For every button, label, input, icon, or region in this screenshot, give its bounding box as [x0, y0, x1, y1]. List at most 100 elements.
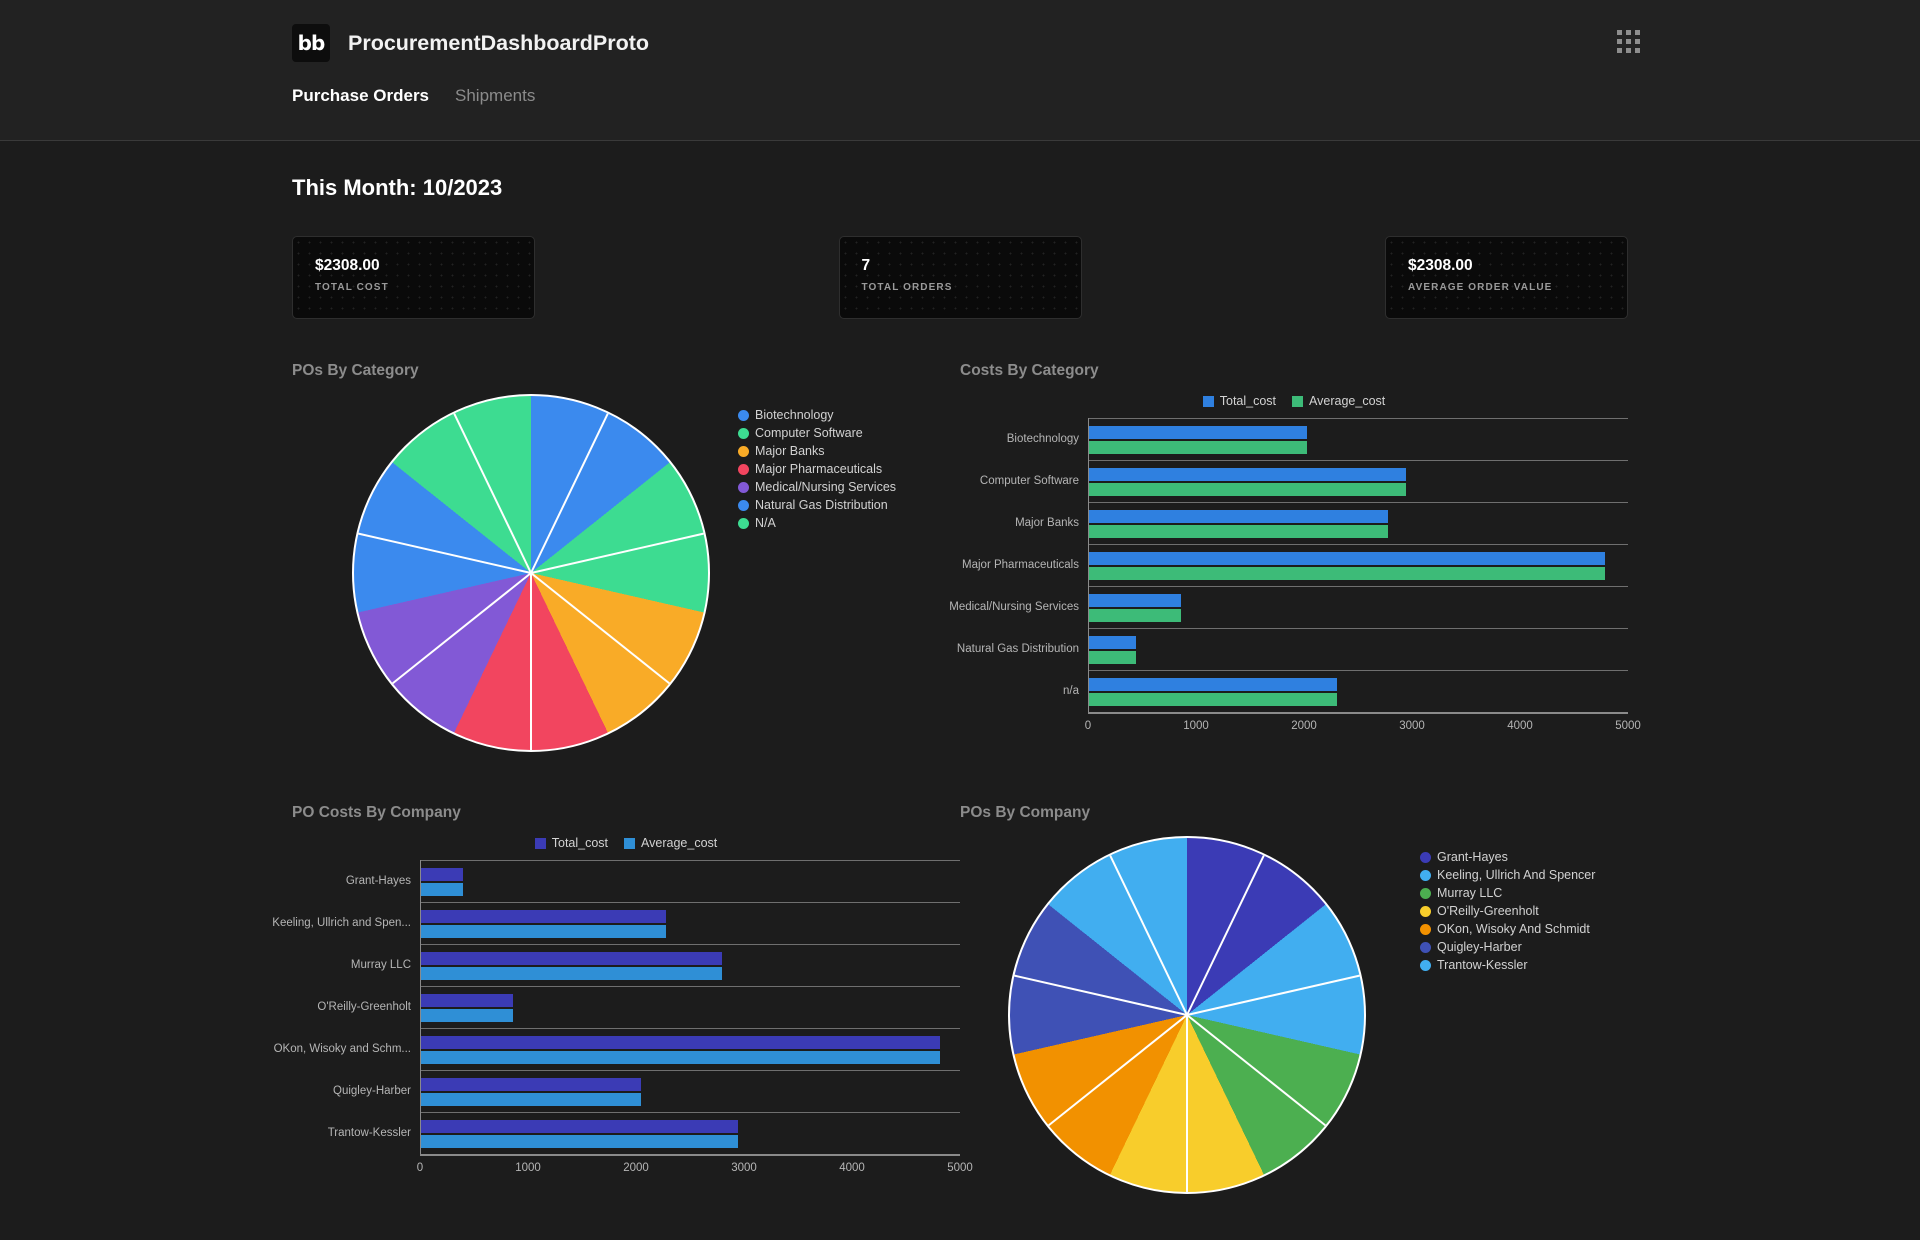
legend-color-swatch: [1420, 905, 1431, 917]
legend-color-swatch: [738, 427, 749, 439]
legend-color-swatch: [1420, 959, 1431, 971]
stat-label: TOTAL COST: [315, 282, 389, 293]
pie-slice-divider: [1186, 974, 1360, 1016]
app-logo-icon: bb: [292, 24, 330, 62]
legend-item-label: Computer Software: [755, 426, 863, 440]
bar-category-label: O'Reilly-Greenholt: [317, 1001, 411, 1013]
legend-color-swatch: [1420, 869, 1431, 881]
legend-item[interactable]: Grant-Hayes: [1420, 850, 1595, 864]
legend-item[interactable]: Total_cost: [1202, 394, 1277, 408]
legend-color-swatch: [1292, 395, 1304, 407]
bar-chart-costs-by-category: Biotechnology Computer Software Major Bank…: [949, 418, 1641, 735]
bar-group: [1089, 418, 1628, 460]
legend-item-label: Grant-Hayes: [1437, 850, 1508, 864]
bar-group: [1089, 586, 1628, 628]
x-axis: 0 1000 2000 3000 4000 5000: [417, 1155, 973, 1177]
bar-group: [421, 902, 960, 944]
legend-item[interactable]: Total_cost: [534, 836, 609, 850]
bar: [421, 951, 722, 965]
bar-group: [1089, 628, 1628, 670]
bar: [421, 1134, 739, 1148]
bar-category-label: Murray LLC: [350, 959, 411, 971]
legend-item[interactable]: Quigley-Harber: [1420, 940, 1595, 954]
bar-category-label: Grant-Hayes: [345, 875, 411, 887]
bar-category-label: Major Pharmaceuticals: [962, 559, 1079, 571]
stat-card-average-order-value: $2308.00 AVERAGE ORDER VALUE: [1385, 236, 1628, 319]
bar-category-label: Quigley-Harber: [333, 1085, 411, 1097]
bar-category-row: Major Pharmaceuticals: [960, 544, 1088, 586]
pie-slice-divider: [1186, 1015, 1188, 1192]
bar-category-label: n/a: [1063, 685, 1079, 697]
legend-item-label: Total_cost: [551, 836, 609, 850]
bar: [421, 867, 464, 881]
pie-slice-divider: [1047, 1014, 1188, 1127]
chart-panel-pos-by-category: POs By Category Biotechnology Computer So…: [292, 362, 960, 752]
legend-color-swatch: [624, 837, 636, 849]
x-axis-tick-label: 2000: [1291, 720, 1317, 732]
legend-pos-by-company: Grant-Hayes Keeling, Ullrich And Spencer M…: [1420, 836, 1595, 976]
pie-slice-divider: [1014, 974, 1188, 1016]
stat-card-total-cost: $2308.00 TOTAL COST: [292, 236, 535, 319]
legend-item-label: OKon, Wisoky And Schmidt: [1437, 922, 1590, 936]
legend-item[interactable]: N/A: [738, 516, 896, 530]
stat-label: TOTAL ORDERS: [861, 282, 953, 293]
bar: [421, 1050, 941, 1064]
stat-card-total-orders: 7 TOTAL ORDERS: [838, 236, 1082, 319]
legend-item-label: O'Reilly-Greenholt: [1437, 904, 1539, 918]
bar-group: [421, 944, 960, 986]
chart-title: PO Costs By Company: [292, 804, 461, 821]
legend-item[interactable]: Natural Gas Distribution: [738, 498, 896, 512]
legend-item[interactable]: Murray LLC: [1420, 886, 1595, 900]
bar: [421, 909, 667, 923]
legend-item[interactable]: Major Banks: [738, 444, 896, 458]
legend-item[interactable]: Computer Software: [738, 426, 896, 440]
legend-item[interactable]: Average_cost: [624, 836, 717, 850]
page-title: This Month: 10/2023: [292, 175, 503, 200]
bar: [1089, 593, 1182, 607]
bar: [1089, 509, 1389, 523]
bar: [421, 924, 667, 938]
pie-slice-divider: [1186, 855, 1265, 1016]
tab-purchase-orders[interactable]: Purchase Orders: [292, 86, 429, 106]
pie-slice-divider: [453, 413, 532, 574]
bar-chart-po-costs-by-company: Grant-Hayes Keeling, Ullrich and Spen... M…: [272, 860, 973, 1177]
bar-category-label: Trantow-Kessler: [327, 1127, 411, 1139]
legend-item[interactable]: Trantow-Kessler: [1420, 958, 1595, 972]
tab-shipments[interactable]: Shipments: [455, 86, 535, 106]
bar-group: [421, 1070, 960, 1112]
legend-item[interactable]: OKon, Wisoky And Schmidt: [1420, 922, 1595, 936]
grid-apps-icon[interactable]: [1617, 30, 1640, 53]
bar-category-row: Natural Gas Distribution: [957, 628, 1088, 670]
legend-item-label: Total_cost: [1219, 394, 1277, 408]
legend-item[interactable]: Major Pharmaceuticals: [738, 462, 896, 476]
chart-title: Costs By Category: [960, 362, 1099, 379]
legend-item[interactable]: Biotechnology: [738, 408, 896, 422]
bar: [421, 1077, 642, 1091]
chart-title: POs By Company: [960, 804, 1091, 821]
legend-color-swatch: [738, 445, 749, 457]
bar-category-row: n/a: [960, 670, 1088, 712]
bar-category-label: Biotechnology: [1006, 433, 1079, 445]
legend-item[interactable]: Average_cost: [1292, 394, 1385, 408]
legend-item-label: Trantow-Kessler: [1437, 958, 1528, 972]
bar: [1089, 425, 1308, 439]
charts-row-top: POs By Category Biotechnology Computer So…: [292, 362, 1641, 752]
legend-item[interactable]: O'Reilly-Greenholt: [1420, 904, 1595, 918]
bar: [1089, 524, 1389, 538]
legend-po-costs-by-company: Total_cost Average_cost: [292, 836, 960, 850]
pie-chart-pos-by-company: [1008, 836, 1366, 1194]
bar: [1089, 650, 1137, 664]
legend-color-swatch: [738, 499, 749, 511]
pie-slice-divider: [1109, 855, 1188, 1016]
bar-category-row: Grant-Hayes: [292, 860, 420, 902]
bar-group: [1089, 544, 1628, 586]
bar: [421, 1035, 941, 1049]
bar-category-label: Computer Software: [979, 475, 1079, 487]
stat-label: AVERAGE ORDER VALUE: [1408, 282, 1553, 293]
legend-item[interactable]: Keeling, Ullrich And Spencer: [1420, 868, 1595, 882]
legend-color-swatch: [1420, 887, 1431, 899]
x-axis-tick-label: 3000: [731, 1162, 757, 1174]
legend-item[interactable]: Medical/Nursing Services: [738, 480, 896, 494]
x-axis-tick-label: 0: [1084, 720, 1092, 732]
bar: [1089, 467, 1406, 481]
